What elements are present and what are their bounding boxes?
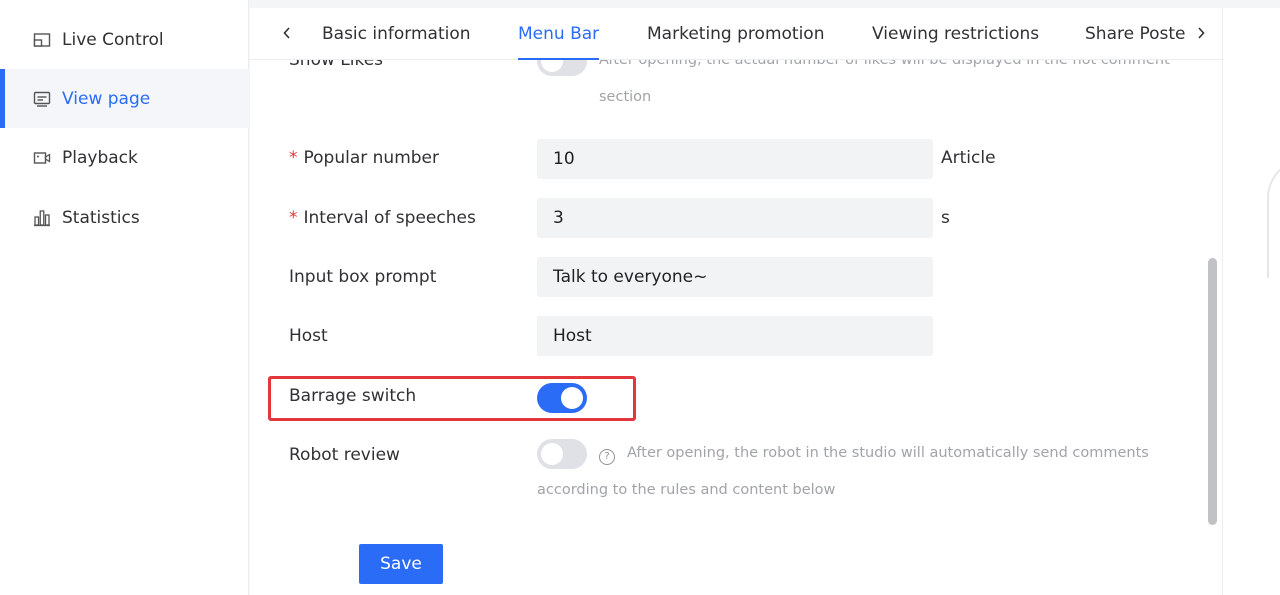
statistics-icon — [32, 208, 52, 228]
preview-panel — [1222, 8, 1280, 595]
host-label: Host — [289, 326, 328, 346]
tab-scroll-right-icon[interactable] — [1191, 20, 1211, 46]
switch-knob — [561, 387, 583, 409]
sidebar-item-live-control[interactable]: Live Control — [0, 10, 249, 69]
tab-list: Basic information Menu Bar Marketing pro… — [290, 8, 1188, 60]
tab-menu-bar[interactable]: Menu Bar — [518, 8, 600, 60]
input-prompt-label: Input box prompt — [289, 267, 437, 287]
sidebar: Live Control View page Playback Statisti… — [0, 0, 249, 595]
popular-number-unit: Article — [941, 148, 996, 168]
form-content: Show Likes After opening, the actual num… — [250, 8, 1222, 595]
robot-review-label: Robot review — [289, 445, 400, 465]
barrage-switch[interactable] — [537, 383, 587, 413]
scrollbar-thumb[interactable] — [1208, 258, 1217, 525]
sidebar-item-label: Playback — [62, 147, 138, 168]
main-panel: Show Likes After opening, the actual num… — [250, 8, 1222, 595]
robot-review-hint: ? After opening, the robot in the studio … — [537, 435, 1157, 472]
sidebar-item-label: Statistics — [62, 207, 140, 228]
interval-label-text: Interval of speeches — [303, 208, 476, 228]
robot-review-hint-line1: After opening, the robot in the studio w… — [627, 445, 1149, 461]
tab-bar: Basic information Menu Bar Marketing pro… — [250, 8, 1222, 60]
view-page-icon — [32, 89, 52, 109]
tab-share-poster[interactable]: Share Poste — [1085, 8, 1186, 60]
live-control-icon — [32, 30, 52, 50]
popular-number-label-text: Popular number — [303, 148, 440, 168]
required-mark: * — [289, 208, 298, 228]
interval-input[interactable]: 3 — [537, 198, 933, 238]
sidebar-item-view-page[interactable]: View page — [0, 69, 249, 128]
popular-number-input[interactable]: 10 — [537, 139, 933, 179]
barrage-label: Barrage switch — [289, 386, 417, 406]
sidebar-item-label: Live Control — [62, 29, 164, 50]
interval-label: * Interval of speeches — [289, 208, 476, 228]
tab-basic-information[interactable]: Basic information — [322, 8, 471, 60]
sidebar-item-statistics[interactable]: Statistics — [0, 188, 249, 247]
host-field[interactable]: Host — [537, 316, 933, 356]
required-mark: * — [289, 148, 298, 168]
sidebar-item-playback[interactable]: Playback — [0, 128, 249, 187]
sidebar-item-label: View page — [62, 88, 151, 109]
tab-viewing-restrictions[interactable]: Viewing restrictions — [872, 8, 1039, 60]
save-button[interactable]: Save — [359, 544, 443, 584]
tab-marketing-promotion[interactable]: Marketing promotion — [647, 8, 824, 60]
phone-frame-edge — [1267, 158, 1280, 278]
robot-review-hint-line2: according to the rules and content below — [537, 482, 836, 498]
popular-number-label: * Popular number — [289, 148, 439, 168]
playback-icon — [32, 148, 52, 168]
input-prompt-field[interactable]: Talk to everyone~ — [537, 257, 933, 297]
question-icon[interactable]: ? — [599, 449, 615, 465]
interval-unit: s — [941, 208, 950, 228]
